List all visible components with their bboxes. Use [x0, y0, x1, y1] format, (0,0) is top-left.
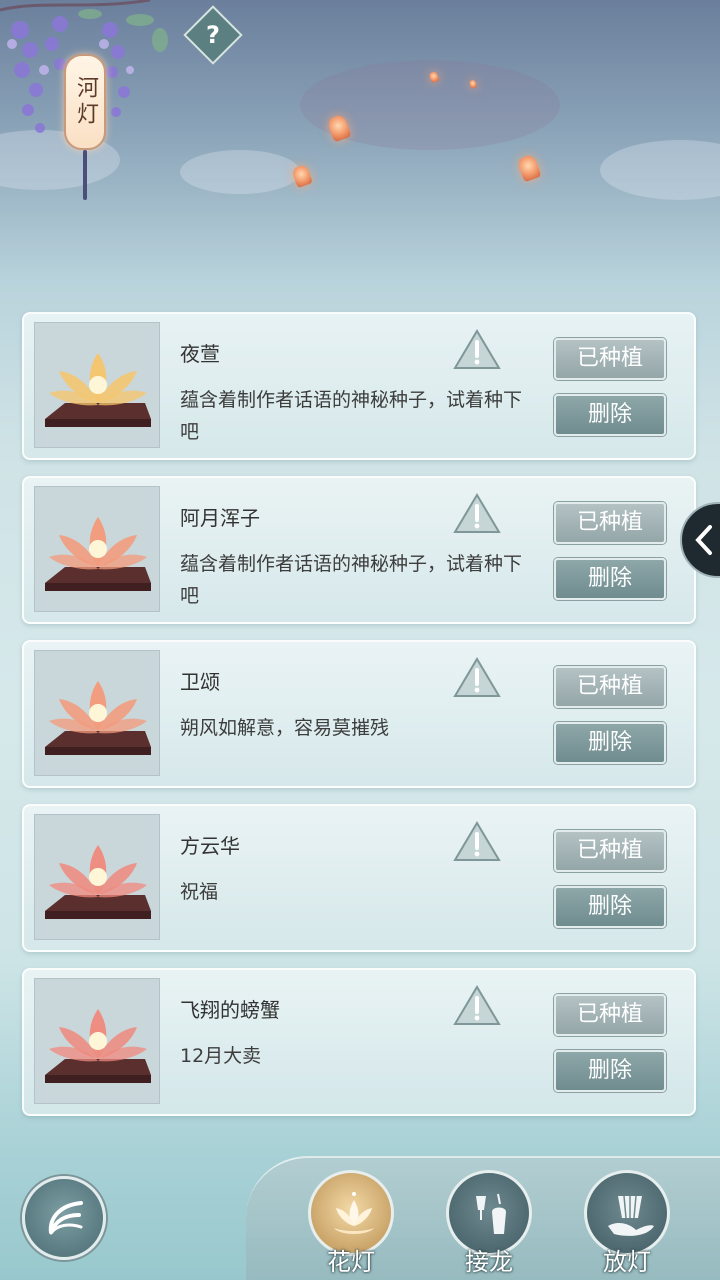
- lantern-author-name: 卫颂: [180, 670, 220, 694]
- planted-button[interactable]: 已种植: [554, 830, 666, 872]
- tab-release-lantern[interactable]: 放灯: [582, 1170, 672, 1280]
- lantern-message: 蕴含着制作者话语的神秘种子，试着种下吧: [180, 389, 523, 443]
- lantern-card: 方云华 祝福 已种植 删除: [22, 804, 696, 952]
- warning-icon[interactable]: [452, 328, 502, 372]
- back-button[interactable]: [22, 1176, 106, 1260]
- question-icon: ?: [206, 20, 220, 49]
- delete-button[interactable]: 删除: [554, 394, 666, 436]
- lantern-author-name: 阿月浑子: [180, 506, 260, 530]
- tab-label: 接龙: [465, 1248, 513, 1276]
- delete-button[interactable]: 删除: [554, 886, 666, 928]
- tab-chain-lantern[interactable]: 接龙: [444, 1170, 534, 1280]
- chevron-left-icon: [695, 525, 712, 555]
- sign-title: 河灯: [73, 76, 98, 128]
- lantern-author-name: 飞翔的螃蟹: [180, 998, 280, 1022]
- planted-button[interactable]: 已种植: [554, 502, 666, 544]
- tab-label: 花灯: [327, 1248, 375, 1276]
- lotus-lantern-image: [35, 323, 159, 447]
- delete-button[interactable]: 删除: [554, 722, 666, 764]
- lantern-card: 飞翔的螃蟹 12月大卖 已种植 删除: [22, 968, 696, 1116]
- planted-button[interactable]: 已种植: [554, 666, 666, 708]
- planted-button[interactable]: 已种植: [554, 338, 666, 380]
- delete-button[interactable]: 删除: [554, 1050, 666, 1092]
- lantern-thumbnail[interactable]: [34, 814, 160, 940]
- lotus-icon: [334, 1192, 374, 1234]
- release-lantern-icon: [608, 1195, 654, 1236]
- planted-button[interactable]: 已种植: [554, 994, 666, 1036]
- tab-label: 放灯: [603, 1248, 651, 1276]
- lantern-message: 12月大卖: [180, 1045, 262, 1067]
- lantern-message: 蕴含着制作者话语的神秘种子，试着种下吧: [180, 553, 523, 607]
- lantern-thumbnail[interactable]: [34, 322, 160, 448]
- lantern-message: 祝福: [180, 881, 219, 903]
- lantern-card: 夜萱 蕴含着制作者话语的神秘种子，试着种下吧 已种植 删除: [22, 312, 696, 460]
- back-arrow-icon: [48, 1201, 83, 1235]
- lantern-card: 卫颂 朔风如解意，容易莫摧残 已种植 删除: [22, 640, 696, 788]
- lotus-lantern-image: [35, 651, 159, 775]
- warning-icon[interactable]: [452, 984, 502, 1028]
- river-lantern-sign: 河灯: [64, 54, 106, 150]
- lantern-thumbnail[interactable]: [34, 650, 160, 776]
- delete-button[interactable]: 删除: [554, 558, 666, 600]
- lantern-thumbnail[interactable]: [34, 486, 160, 612]
- warning-icon[interactable]: [452, 820, 502, 864]
- tab-flower-lantern[interactable]: 花灯: [306, 1170, 396, 1280]
- sign-tassel: [83, 150, 87, 200]
- lantern-card: 阿月浑子 蕴含着制作者话语的神秘种子，试着种下吧 已种植 删除: [22, 476, 696, 624]
- lantern-thumbnail[interactable]: [34, 978, 160, 1104]
- warning-icon[interactable]: [452, 656, 502, 700]
- lotus-lantern-image: [35, 815, 159, 939]
- lotus-lantern-image: [35, 979, 159, 1103]
- lantern-author-name: 夜萱: [180, 342, 220, 366]
- lantern-message: 朔风如解意，容易莫摧残: [180, 717, 390, 739]
- warning-icon[interactable]: [452, 492, 502, 536]
- lantern-author-name: 方云华: [180, 834, 240, 858]
- lotus-lantern-image: [35, 487, 159, 611]
- lantern-chain-icon: [476, 1193, 506, 1234]
